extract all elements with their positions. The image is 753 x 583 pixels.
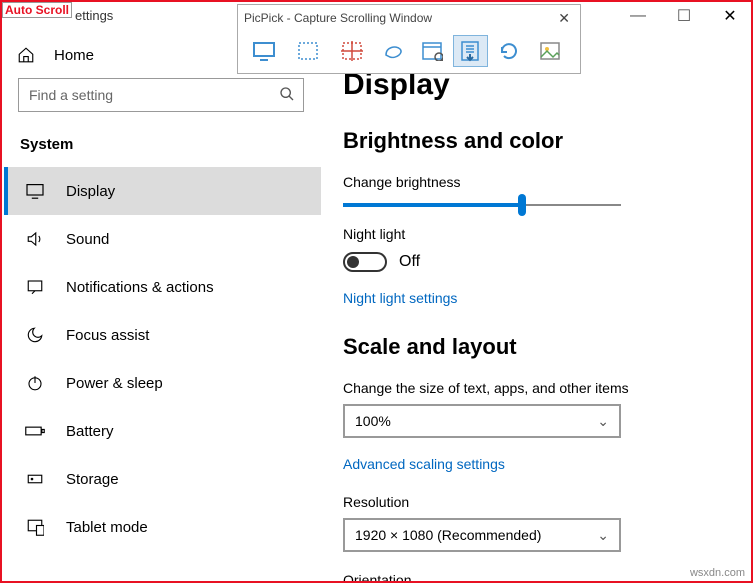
watermark: wsxdn.com <box>690 567 745 579</box>
slider-fill <box>343 203 518 207</box>
search-icon <box>279 86 295 107</box>
capture-fullscreen-button[interactable] <box>244 35 284 67</box>
capture-fixed-region-button[interactable] <box>332 35 372 67</box>
picpick-toolbar <box>238 31 580 73</box>
capture-freehand-button[interactable] <box>376 35 410 67</box>
capture-window-button[interactable] <box>415 35 449 67</box>
search-input[interactable] <box>18 78 304 112</box>
capture-repeat-button[interactable] <box>492 35 526 67</box>
slider-thumb[interactable] <box>518 194 526 216</box>
picpick-titlebar[interactable]: PicPick - Capture Scrolling Window ✕ <box>238 5 580 31</box>
window-title: ettings <box>75 8 113 23</box>
autoscroll-badge: Auto Scroll <box>2 2 72 18</box>
picpick-window[interactable]: PicPick - Capture Scrolling Window ✕ <box>237 4 581 74</box>
capture-image-button[interactable] <box>530 35 570 67</box>
picpick-close-button[interactable]: ✕ <box>554 10 574 27</box>
capture-region-button[interactable] <box>288 35 328 67</box>
picpick-title-text: PicPick - Capture Scrolling Window <box>244 11 432 25</box>
capture-scrolling-button[interactable] <box>453 35 487 67</box>
nightlight-toggle[interactable] <box>343 252 387 272</box>
toggle-dot <box>347 256 359 268</box>
brightness-slider[interactable] <box>343 204 621 206</box>
